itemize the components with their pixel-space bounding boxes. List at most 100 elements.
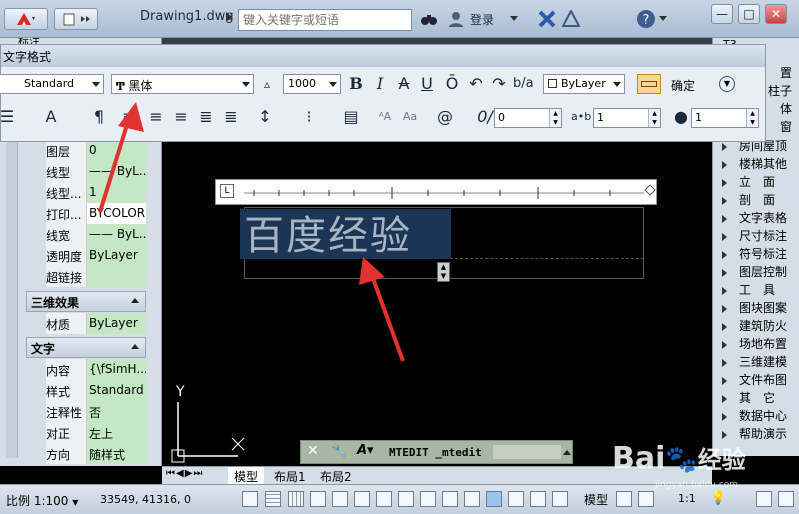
command-input[interactable]: [493, 445, 561, 459]
undo-icon[interactable]: ↶: [466, 74, 486, 94]
prop-value[interactable]: ByLayer: [87, 245, 146, 266]
snap-icon[interactable]: [265, 491, 281, 507]
quick-properties-icon[interactable]: [508, 491, 524, 507]
collapse-icon[interactable]: [131, 344, 139, 349]
redo-icon[interactable]: ↷: [489, 74, 509, 94]
columns-icon[interactable]: ☰: [0, 107, 17, 127]
prop-row-material[interactable]: 材质 ByLayer: [46, 313, 146, 334]
osnap-icon[interactable]: [354, 491, 370, 507]
quick-access-new-button[interactable]: [54, 8, 98, 30]
prop-row-justify[interactable]: 对正 左上: [46, 422, 146, 443]
otrack-icon[interactable]: [398, 491, 414, 507]
tracking-input[interactable]: 1 ▲ ▼: [593, 108, 661, 128]
text-height-select[interactable]: 1000: [283, 74, 341, 94]
ruler-width-handle-icon[interactable]: [644, 184, 656, 196]
minimize-button[interactable]: —: [711, 4, 733, 24]
quick-view-drawings-icon[interactable]: [638, 491, 654, 507]
prop-value[interactable]: —— ByL...: [87, 224, 146, 245]
command-prompt-icon[interactable]: A▾: [357, 443, 374, 458]
spinner-icon[interactable]: ▲ ▼: [549, 109, 561, 127]
3d-osnap-icon[interactable]: [376, 491, 392, 507]
polar-icon[interactable]: [332, 491, 348, 507]
uppercase-icon[interactable]: ᴬA: [375, 107, 395, 127]
numbering-icon[interactable]: ⁝: [299, 107, 319, 127]
section-text[interactable]: 文字: [26, 337, 146, 358]
color-select[interactable]: ByLayer: [543, 74, 625, 94]
model-space-button[interactable]: 模型: [584, 491, 608, 508]
infer-constraints-icon[interactable]: [242, 491, 258, 507]
palette-item[interactable]: 场地布置: [722, 335, 799, 353]
width-factor-icon[interactable]: ●: [671, 107, 691, 127]
tracking-icon[interactable]: a•b: [571, 107, 591, 127]
prop-row-hyperlink[interactable]: 超链接: [46, 266, 146, 287]
annotative-icon[interactable]: ▵: [257, 74, 277, 94]
prop-value[interactable]: Standard: [87, 380, 146, 401]
close-button[interactable]: ✕: [765, 4, 787, 24]
palette-item[interactable]: 三维建模: [722, 353, 799, 371]
align-right-icon[interactable]: ≡: [171, 107, 191, 127]
login-link[interactable]: 登录: [470, 11, 494, 28]
maximize-button[interactable]: □: [738, 4, 760, 24]
prop-value[interactable]: 随样式: [87, 443, 146, 464]
tab-layout1[interactable]: 布局1: [268, 467, 312, 484]
overline-button[interactable]: Ō: [442, 74, 462, 94]
editor-resize-handle-icon[interactable]: ▲ ▼: [437, 262, 450, 282]
style-select[interactable]: Standard: [0, 74, 104, 94]
tab-nav-icon[interactable]: ⏮◀▶⏭: [166, 468, 203, 479]
width-factor-input[interactable]: 1 ▲ ▼: [691, 108, 759, 128]
app-menu-button[interactable]: [4, 8, 48, 30]
insert-field-icon[interactable]: ▤: [341, 107, 361, 127]
selection-cycling-icon[interactable]: [530, 491, 546, 507]
exchange-icon[interactable]: [538, 10, 556, 28]
clean-screen-icon[interactable]: [778, 491, 794, 507]
bold-button[interactable]: B: [346, 74, 366, 94]
grid-icon[interactable]: [288, 491, 304, 507]
oblique-angle-input[interactable]: 0 ▲ ▼: [494, 108, 562, 128]
italic-button[interactable]: I: [370, 74, 390, 94]
palette-item[interactable]: 尺寸标注: [722, 227, 799, 245]
palette-item[interactable]: 其 它: [722, 389, 799, 407]
prop-row-annotative[interactable]: 注释性否: [46, 401, 146, 422]
mtext-justify-icon[interactable]: A: [41, 107, 61, 127]
collapse-icon[interactable]: [131, 298, 139, 303]
autodesk-icon[interactable]: [562, 10, 580, 28]
mtext-ruler[interactable]: L: [215, 179, 657, 205]
transparency-icon[interactable]: [486, 491, 502, 507]
expand-arrow-icon[interactable]: [226, 12, 232, 22]
dyn-icon[interactable]: [442, 491, 458, 507]
lowercase-icon[interactable]: Aa: [400, 107, 420, 127]
help-icon[interactable]: ?: [636, 9, 656, 29]
palette-item[interactable]: 工 具: [722, 281, 799, 299]
options-icon[interactable]: ▼: [719, 76, 735, 92]
underline-button[interactable]: U: [417, 74, 437, 94]
palette-item[interactable]: 图层控制: [722, 263, 799, 281]
login-dropdown-icon[interactable]: [510, 16, 518, 21]
wrench-icon[interactable]: 🔧: [331, 444, 347, 459]
palette-item[interactable]: 文件布图: [722, 371, 799, 389]
user-icon[interactable]: [448, 11, 464, 27]
spinner-icon[interactable]: ▲ ▼: [648, 109, 660, 127]
justify-icon[interactable]: ≣: [196, 107, 216, 127]
prop-value[interactable]: 左上: [87, 422, 146, 443]
font-select[interactable]: Ͳ 黑体: [111, 74, 254, 94]
annotation-scale[interactable]: 1:1: [678, 492, 696, 505]
close-icon[interactable]: ✕: [307, 443, 319, 459]
palette-item[interactable]: 楼梯其他: [722, 155, 799, 173]
prop-value[interactable]: {\fSimH...: [87, 359, 146, 380]
prop-row-direction[interactable]: 方向 随样式: [46, 443, 146, 464]
tab-layout2[interactable]: 布局2: [314, 467, 358, 484]
scale-select[interactable]: 比例 1:100 ▼: [6, 492, 78, 509]
palette-item[interactable]: 符号标注: [722, 245, 799, 263]
prop-value[interactable]: [87, 266, 146, 287]
stack-icon[interactable]: b/a: [513, 74, 534, 94]
palette-item[interactable]: 文字表格: [722, 209, 799, 227]
ok-button[interactable]: 确定: [671, 77, 695, 94]
palette-item[interactable]: 数据中心: [722, 407, 799, 425]
binoculars-icon[interactable]: [420, 11, 438, 27]
palette-item[interactable]: 立 面: [722, 173, 799, 191]
prop-row-contents[interactable]: 内容 {\fSimH...: [46, 359, 146, 380]
quick-view-layouts-icon[interactable]: [616, 491, 632, 507]
lightbulb-icon[interactable]: 💡: [710, 491, 726, 506]
tab-model[interactable]: 模型: [228, 467, 265, 484]
line-spacing-icon[interactable]: ↕: [255, 107, 275, 127]
